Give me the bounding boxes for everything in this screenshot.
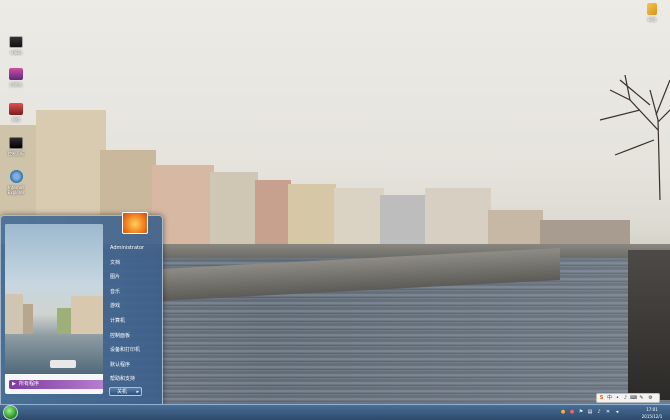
start-menu-left-pane: ▶ 所有程序 ⚲ [5,224,103,394]
sogou-icon[interactable]: S [598,395,605,402]
start-menu-photo [5,224,103,374]
recycle-bin-icon [9,68,23,80]
clock-date: 2015/12/1 [641,414,663,419]
wallpaper-building [255,180,291,250]
ime-toolbar: S 中 • ♪ ⌨ ✎ ⚙ [596,393,660,403]
desktop-icon-label: 网络 [12,117,20,122]
wallpaper-railing [628,250,670,400]
network-icon [647,3,657,15]
desktop-icon-recycle-bin[interactable]: 回收站 [1,68,31,88]
shutdown-button[interactable]: 关机 ▸ [109,387,142,396]
start-item-user[interactable]: Administrator [107,241,161,256]
desktop-icon-control-panel[interactable]: 控制面板 [1,137,31,157]
all-programs-button[interactable]: ▶ 所有程序 [9,380,103,389]
start-menu-right-list: Administrator 文档 图片 音乐 游戏 计算机 控制面板 设备和打印… [107,241,161,387]
start-button[interactable] [3,405,18,420]
taskbar: ● ● ⚑ ▤ ♪ ✕ ◂ 17:01 2015/12/1 [0,404,670,420]
start-item-default-programs[interactable]: 默认程序 [107,358,161,373]
wallpaper-building [288,184,336,250]
desktop-icon-label: 网络 [648,17,656,22]
ie-icon [9,170,23,183]
wallpaper-building [380,195,430,250]
start-menu: ▶ 所有程序 ⚲ Administrator 文档 图片 音乐 游戏 计算机 控… [0,212,163,406]
arrow-right-icon: ▶ [12,381,16,387]
tray-security-icon[interactable]: ● [569,409,575,415]
all-programs-label: 所有程序 [19,381,40,387]
start-item-computer[interactable]: 计算机 [107,314,161,329]
start-item-pictures[interactable]: 图片 [107,270,161,285]
clock-time: 17:01 [646,407,658,412]
system-tray: ● ● ⚑ ▤ ♪ ✕ ◂ 17:01 2015/12/1 [560,405,670,420]
chevron-right-icon[interactable]: ▸ [136,388,139,396]
handwriting-icon[interactable]: ✎ [638,395,645,402]
start-item-control-panel[interactable]: 控制面板 [107,329,161,344]
desktop-icon-network[interactable]: 网络 [1,103,31,123]
network-icon [9,103,23,115]
punctuation-icon[interactable]: • [614,395,621,402]
user-avatar[interactable] [122,212,148,234]
desktop-icon-label: Internet Explorer [7,185,25,195]
chinese-mode-icon[interactable]: 中 [606,395,613,402]
tray-app-icon[interactable]: ● [560,409,566,415]
control-panel-icon [9,137,23,149]
start-item-documents[interactable]: 文档 [107,256,161,271]
tray-volume-icon[interactable]: ◂ [614,409,620,415]
wallpaper-building [425,188,491,250]
wallpaper-building [334,188,384,250]
tray-mute-icon[interactable]: ✕ [605,409,611,415]
desktop-icon-computer[interactable]: 计算机 [1,36,31,56]
tray-network-icon[interactable]: ▤ [587,409,593,415]
voice-icon[interactable]: ♪ [622,395,629,402]
taskbar-clock[interactable]: 17:01 2015/12/1 [638,406,666,420]
settings-icon[interactable]: ⚙ [647,395,654,402]
start-item-devices-printers[interactable]: 设备和打印机 [107,343,161,358]
wallpaper-tree [599,74,670,200]
shutdown-label: 关机 [117,389,128,395]
start-item-help-support[interactable]: 帮助和支持 [107,372,161,387]
tray-flag-icon[interactable]: ⚑ [578,409,584,415]
desktop-icon-network-top-right[interactable]: 网络 [637,3,667,23]
desktop-icon-ie[interactable]: Internet Explorer [1,170,31,195]
wallpaper-building [210,172,258,250]
start-item-music[interactable]: 音乐 [107,285,161,300]
desktop-icon-label: 控制面板 [8,151,24,156]
desktop-icon-label: 计算机 [10,50,22,55]
computer-icon [9,36,23,48]
tray-sound-icon[interactable]: ♪ [596,409,602,415]
desktop-icon-label: 回收站 [10,82,22,87]
start-item-games[interactable]: 游戏 [107,299,161,314]
keyboard-icon[interactable]: ⌨ [630,395,637,402]
